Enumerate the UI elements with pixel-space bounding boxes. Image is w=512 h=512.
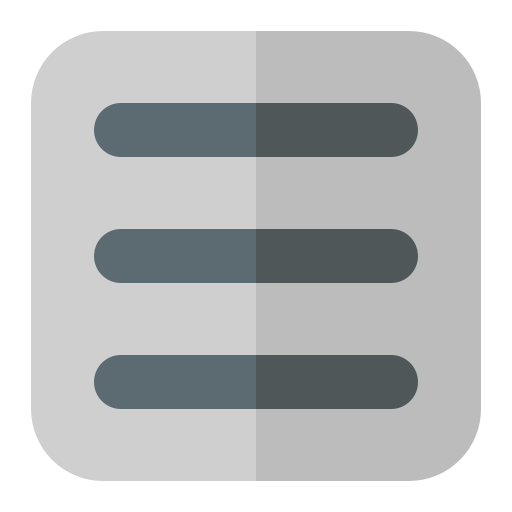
hamburger-menu-icon[interactable] [0,0,512,512]
menu-line [94,229,418,283]
menu-line [94,103,418,157]
menu-line-left-half [94,229,256,283]
icon-stage [0,0,512,512]
menu-lines [94,103,418,409]
menu-line [94,355,418,409]
menu-line-left-half [94,103,256,157]
menu-line-right-half [256,103,418,157]
menu-line-right-half [256,229,418,283]
menu-line-right-half [256,355,418,409]
menu-line-left-half [94,355,256,409]
